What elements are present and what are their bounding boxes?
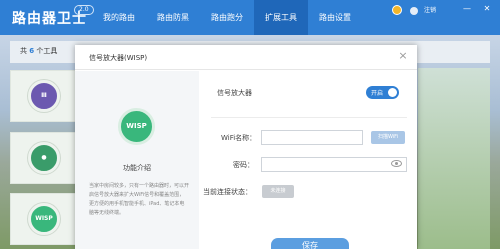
intro-panel: WISP 功能介绍 当家中房间较多，只有一个路由器时，可以开启信号放大器来扩大W… (75, 71, 199, 249)
password-label: 密码： (233, 161, 254, 169)
wisp-tool-icon: WISP (28, 203, 60, 235)
toggle-label: 开启 (371, 90, 384, 97)
background-landscape (418, 68, 490, 249)
password-input[interactable] (261, 157, 407, 172)
nav-item-benchmark[interactable]: 路由跑分 (200, 0, 254, 35)
divider (211, 117, 407, 118)
close-window-icon[interactable]: ✕ (482, 4, 492, 14)
tool-count: 共 6 个工具 (20, 47, 58, 55)
save-button[interactable]: 保存 (271, 238, 349, 249)
ssid-input[interactable] (261, 130, 363, 145)
ssid-label: WiFi名称： (221, 134, 257, 142)
show-password-icon[interactable] (391, 160, 402, 167)
amplifier-label: 信号放大器 (217, 89, 252, 97)
user-avatar-icon[interactable] (392, 5, 402, 15)
version-badge: 2.0 (74, 5, 94, 15)
status-label: 当前连接状态： (203, 188, 252, 196)
title-bar: 路由器卫士 2.0 我的路由 路由防黑 路由跑分 扩展工具 路由设置 注销 — … (0, 0, 500, 35)
intro-title: 功能介绍 (123, 164, 151, 172)
dialog-title: 信号放大器(WISP) (89, 54, 148, 62)
wisp-logo-icon: WISP (118, 108, 155, 145)
scan-wifi-button[interactable]: 扫描WiFi (371, 131, 405, 144)
connection-status-badge: 未连接 (262, 185, 294, 198)
account-icon[interactable] (410, 7, 418, 15)
main-nav: 我的路由 路由防黑 路由跑分 扩展工具 路由设置 (92, 0, 362, 35)
tool-count-value: 6 (29, 47, 35, 55)
user-tool-icon: ● (28, 142, 60, 174)
wisp-dialog: 信号放大器(WISP) × WISP 功能介绍 当家中房间较多，只有一个路由器时… (75, 45, 417, 249)
nav-item-router-settings[interactable]: 路由设置 (308, 0, 362, 35)
nav-item-anti-hack[interactable]: 路由防黑 (146, 0, 200, 35)
toggle-knob (388, 88, 397, 97)
minimize-icon[interactable]: — (462, 4, 472, 14)
nav-item-extension-tools[interactable]: 扩展工具 (254, 0, 308, 35)
dialog-header: 信号放大器(WISP) × (75, 45, 417, 70)
intro-text: 当家中房间较多，只有一个路由器时，可以开启信号放大器来扩大WiFi信号和覆盖范围… (89, 183, 190, 216)
logout-link[interactable]: 注销 (424, 5, 436, 14)
purple-tool-icon: Ⅲ (28, 80, 60, 112)
amplifier-toggle[interactable]: 开启 (366, 86, 399, 99)
close-icon[interactable]: × (397, 50, 409, 62)
nav-item-my-router[interactable]: 我的路由 (92, 0, 146, 35)
